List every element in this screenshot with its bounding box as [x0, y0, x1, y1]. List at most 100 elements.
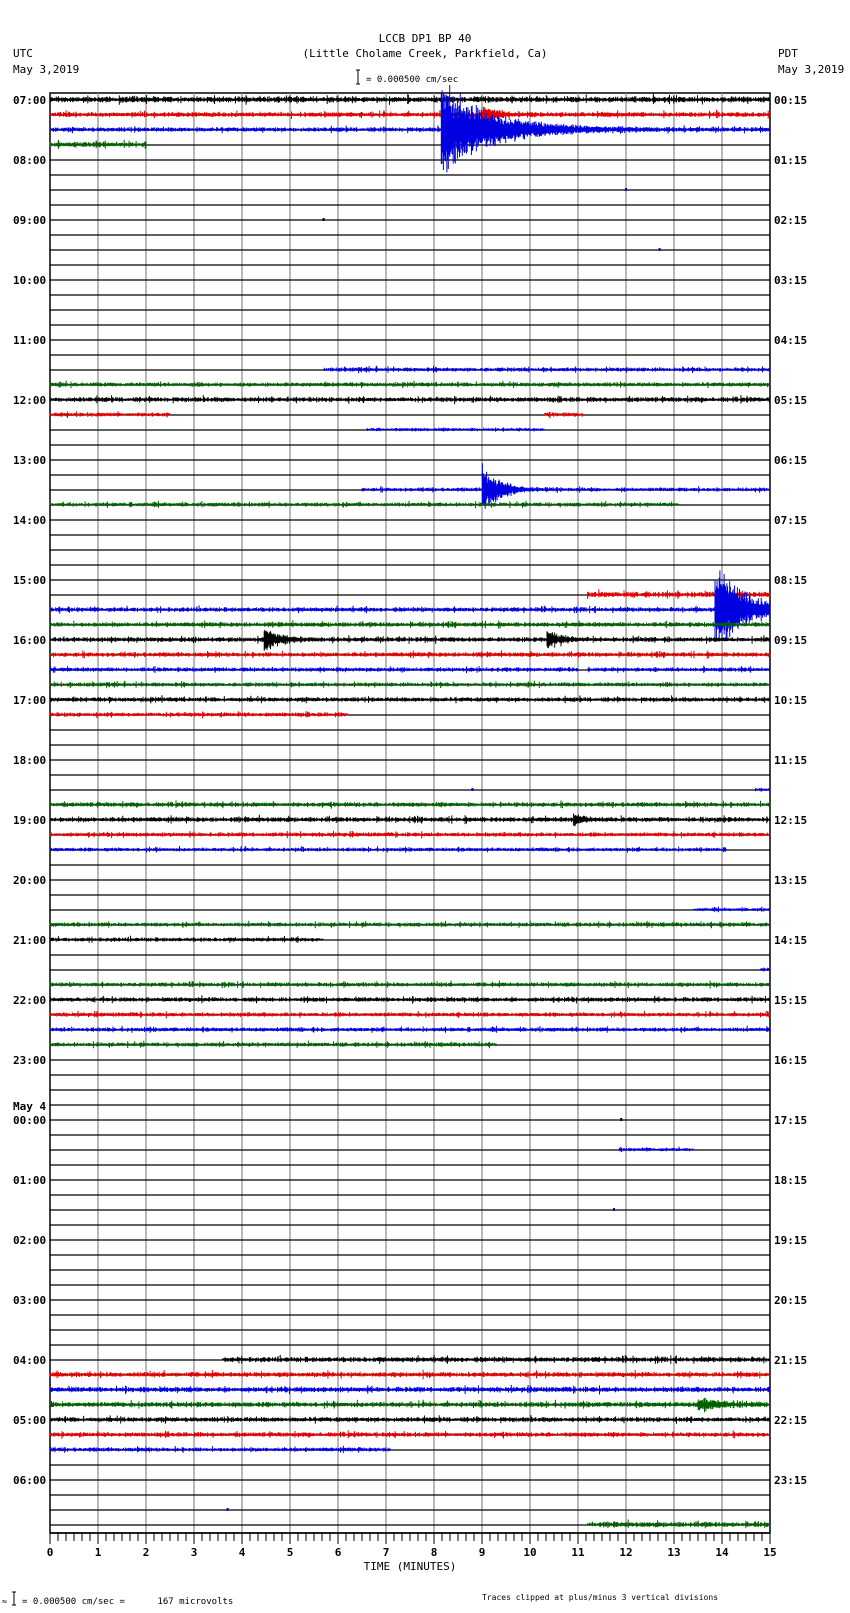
pdt-hour-label: 01:15 [774, 154, 807, 167]
seismic-trace-row-85 [49, 1369, 771, 1380]
right-timezone: PDT [778, 47, 798, 60]
utc-hour-label: 09:00 [13, 214, 46, 227]
utc-hour-label: 07:00 [13, 94, 46, 107]
seismic-trace-row-41 [49, 711, 348, 719]
pdt-hour-label: 09:15 [774, 634, 807, 647]
utc-hour-label: 13:00 [13, 454, 46, 467]
x-tick-label: 7 [383, 1546, 390, 1559]
pdt-hour-label: 02:15 [774, 214, 807, 227]
utc-hour-label: 22:00 [13, 994, 46, 1007]
seismic-trace-row-62 [49, 1025, 771, 1033]
seismic-trace-row-21 [49, 411, 171, 418]
svg-text:≈: ≈ [2, 1597, 7, 1606]
pdt-hour-label: 08:15 [774, 574, 807, 587]
date-change-label: May 4 [13, 1100, 46, 1113]
seismic-trace-row-56 [49, 935, 324, 943]
utc-hour-label: 19:00 [13, 814, 46, 827]
pdt-hour-label: 19:15 [774, 1234, 807, 1247]
pdt-hour-label: 03:15 [774, 274, 807, 287]
x-tick-label: 12 [619, 1546, 632, 1559]
pdt-hour-label: 14:15 [774, 934, 807, 947]
x-tick-label: 2 [143, 1546, 150, 1559]
x-tick-label: 5 [287, 1546, 294, 1559]
seismic-trace-row-84 [222, 1354, 770, 1364]
footer-clip-note: Traces clipped at plus/minus 3 vertical … [482, 1593, 718, 1602]
seismic-trace-row-61 [49, 1010, 771, 1019]
utc-hour-label: 12:00 [13, 394, 46, 407]
seismic-trace-row-58 [759, 967, 770, 972]
seismic-trace-row-48 [49, 813, 771, 827]
seismic-trace-row-34 [49, 570, 771, 643]
seismic-trace-row-37 [49, 650, 771, 659]
pdt-hour-label: 00:15 [774, 94, 807, 107]
chart-subtitle: (Little Cholame Creek, Parkfield, Ca) [302, 47, 547, 60]
utc-hour-label: 06:00 [13, 1474, 46, 1487]
seismic-trace-row-0 [49, 93, 771, 105]
seismic-trace-row-89 [49, 1430, 771, 1439]
seismic-trace-row-46 [755, 787, 771, 792]
seismic-trace-row-1 [49, 106, 771, 122]
x-tick-label: 0 [47, 1546, 54, 1559]
seismic-trace-row-70 [618, 1146, 694, 1153]
utc-hour-label: 23:00 [13, 1054, 46, 1067]
utc-hour-label: 05:00 [13, 1414, 46, 1427]
utc-hour-label: 08:00 [13, 154, 46, 167]
seismic-trace-row-90 [49, 1445, 391, 1453]
seismic-trace-row-49 [49, 830, 771, 839]
pdt-hour-label: 20:15 [774, 1294, 807, 1307]
plot-border [49, 92, 771, 1534]
x-axis-label: TIME (MINUTES) [364, 1560, 457, 1573]
helicorder-chart: LCCB DP1 BP 40 (Little Cholame Creek, Pa… [2, 32, 844, 1607]
seismic-trace-row-26 [361, 463, 770, 509]
utc-hour-label: 03:00 [13, 1294, 46, 1307]
pdt-hour-label: 15:15 [774, 994, 807, 1007]
utc-hour-label: 21:00 [13, 934, 46, 947]
pdt-hour-label: 05:15 [774, 394, 807, 407]
seismic-trace-row-20 [49, 395, 771, 405]
x-tick-label: 10 [523, 1546, 536, 1559]
seismic-trace-row-50 [49, 846, 727, 853]
footer-scale-text: = 0.000500 cm/sec = 167 microvolts [22, 1597, 233, 1607]
seismic-trace-row-35 [49, 620, 771, 629]
seismic-trace-row-38 [49, 666, 579, 673]
trace-blip [322, 218, 325, 221]
trace-blip [613, 1208, 615, 1211]
pdt-hour-label: 07:15 [774, 514, 807, 527]
pdt-hour-label: 17:15 [774, 1114, 807, 1127]
pdt-hour-label: 04:15 [774, 334, 807, 347]
x-tick-label: 11 [571, 1546, 585, 1559]
utc-hour-label: 01:00 [13, 1174, 46, 1187]
seismic-trace-row-63 [49, 1040, 497, 1049]
pdt-hour-label: 11:15 [774, 754, 807, 767]
seismic-trace-row-54 [692, 906, 770, 913]
trace-blip [471, 788, 474, 791]
seismic-trace-row-21 [543, 411, 583, 419]
chart-title: LCCB DP1 BP 40 [379, 32, 472, 45]
x-tick-label: 4 [239, 1546, 246, 1559]
scale-bar-icon [356, 69, 360, 85]
pdt-hour-label: 18:15 [774, 1174, 807, 1187]
utc-hour-label: 17:00 [13, 694, 46, 707]
trace-blip [625, 188, 627, 191]
x-tick-label: 9 [479, 1546, 486, 1559]
x-tick-label: 6 [335, 1546, 342, 1559]
utc-hour-label: 18:00 [13, 754, 46, 767]
x-tick-label: 14 [715, 1546, 729, 1559]
utc-hour-label: 04:00 [13, 1354, 46, 1367]
pdt-hour-label: 13:15 [774, 874, 807, 887]
pdt-hour-label: 12:15 [774, 814, 807, 827]
seismic-trace-row-95 [587, 1519, 771, 1529]
utc-hour-label: 00:00 [13, 1114, 46, 1127]
pdt-hour-label: 23:15 [774, 1474, 807, 1487]
pdt-hour-label: 10:15 [774, 694, 807, 707]
x-tick-label: 13 [667, 1546, 680, 1559]
seismic-trace-row-55 [49, 920, 771, 929]
x-tick-label: 8 [431, 1546, 438, 1559]
utc-hour-label: 20:00 [13, 874, 46, 887]
seismic-trace-row-86 [49, 1384, 771, 1395]
pdt-hour-label: 06:15 [774, 454, 807, 467]
x-tick-label: 1 [95, 1546, 102, 1559]
seismic-trace-row-36 [49, 629, 771, 651]
traces [49, 84, 771, 1529]
seismic-trace-row-87 [49, 1397, 771, 1413]
